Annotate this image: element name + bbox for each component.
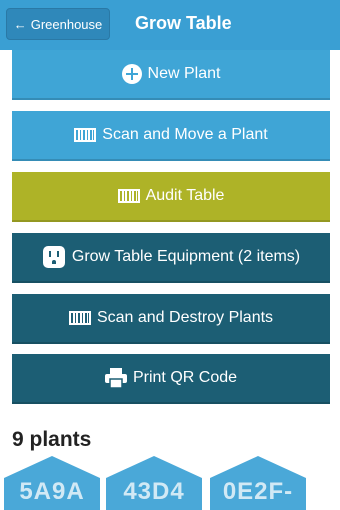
print-qr-code-label: Print QR Code: [132, 369, 238, 386]
back-button-label: Greenhouse: [30, 16, 103, 32]
scan-move-plant-button[interactable]: Scan and Move a Plant: [12, 111, 330, 161]
top-bar: ← Greenhouse Grow Table: [0, 0, 340, 50]
scan-destroy-plants-label: Scan and Destroy Plants: [96, 309, 274, 326]
plants-count-heading: 9 plants: [12, 428, 92, 451]
barcode-icon: [74, 128, 97, 142]
audit-table-label: Audit Table: [145, 187, 225, 204]
barcode-icon: [117, 189, 140, 203]
plant-code: 43D4: [123, 478, 185, 505]
plus-circle-icon: [121, 64, 142, 84]
scan-destroy-plants-button[interactable]: Scan and Destroy Plants: [12, 294, 330, 344]
page-title: Grow Table: [135, 13, 232, 33]
plant-tile[interactable]: 43D4: [106, 456, 202, 510]
audit-table-button[interactable]: Audit Table: [12, 172, 330, 222]
plant-code: 5A9A: [19, 478, 85, 505]
printer-icon: [104, 368, 127, 388]
plant-tile[interactable]: 5A9A: [4, 456, 100, 510]
barcode-icon: [68, 311, 91, 325]
plant-tile[interactable]: 0E2F-: [210, 456, 306, 510]
scan-move-plant-label: Scan and Move a Plant: [102, 126, 268, 143]
print-qr-code-button[interactable]: Print QR Code: [12, 354, 330, 404]
grow-table-equipment-button[interactable]: Grow Table Equipment (2 items): [12, 233, 330, 283]
back-button[interactable]: ← Greenhouse: [6, 8, 110, 40]
new-plant-label: New Plant: [147, 65, 221, 82]
new-plant-button[interactable]: New Plant: [12, 50, 330, 100]
outlet-icon: [42, 246, 65, 268]
plant-code: 0E2F-: [222, 478, 294, 505]
back-arrow-icon: ←: [13, 16, 27, 32]
grow-table-equipment-label: Grow Table Equipment (2 items): [71, 248, 301, 265]
